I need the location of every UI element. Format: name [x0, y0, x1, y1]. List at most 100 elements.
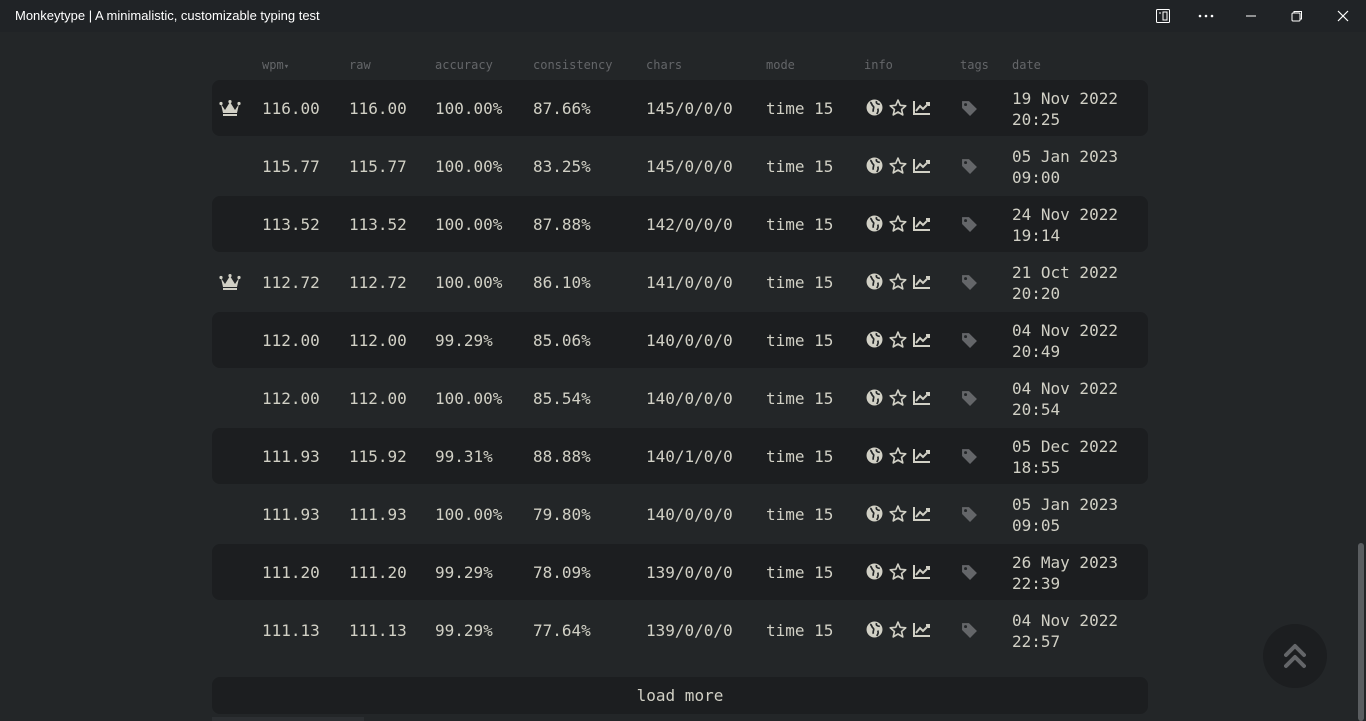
chart-line-icon[interactable] — [913, 332, 931, 347]
chart-line-icon[interactable] — [913, 506, 931, 521]
cell-date: 05 Dec 2022 18:55 — [1012, 436, 1118, 478]
date-day: 24 Nov 2022 — [1012, 205, 1118, 224]
header-chars[interactable]: chars — [646, 58, 682, 72]
cell-accuracy: 100.00% — [435, 273, 503, 292]
globe-icon[interactable] — [866, 273, 883, 290]
globe-icon[interactable] — [866, 563, 883, 580]
cell-consistency: 85.54% — [533, 389, 591, 408]
app-menu-button[interactable] — [1140, 0, 1186, 32]
globe-icon[interactable] — [866, 157, 883, 174]
scroll-to-top-button[interactable] — [1263, 624, 1327, 688]
date-time: 19:14 — [1012, 226, 1061, 245]
cell-chars: 139/0/0/0 — [646, 563, 733, 582]
restore-button[interactable] — [1274, 0, 1320, 32]
tag-icon[interactable] — [961, 506, 978, 527]
cell-consistency: 85.06% — [533, 331, 591, 350]
tag-icon[interactable] — [961, 390, 978, 411]
chart-line-icon[interactable] — [913, 622, 931, 637]
cell-wpm: 112.00 — [262, 389, 320, 408]
load-more-button[interactable]: load more — [212, 677, 1148, 714]
header-date[interactable]: date — [1012, 58, 1041, 72]
chart-line-icon[interactable] — [913, 100, 931, 115]
more-button[interactable] — [1183, 0, 1229, 32]
chart-line-icon[interactable] — [913, 158, 931, 173]
cell-mode: time 15 — [766, 273, 834, 292]
cell-accuracy: 99.31% — [435, 447, 493, 466]
star-icon[interactable] — [889, 621, 907, 638]
star-icon[interactable] — [889, 389, 907, 406]
cell-accuracy: 99.29% — [435, 331, 493, 350]
star-icon[interactable] — [889, 273, 907, 290]
header-mode[interactable]: mode — [766, 58, 795, 72]
star-icon[interactable] — [889, 447, 907, 464]
cell-date: 05 Jan 2023 09:00 — [1012, 146, 1118, 188]
tag-icon[interactable] — [961, 158, 978, 179]
tag-icon[interactable] — [961, 274, 978, 295]
app-menu-icon — [1156, 9, 1170, 23]
date-day: 05 Jan 2023 — [1012, 495, 1118, 514]
info-icons — [866, 563, 931, 580]
cell-wpm: 116.00 — [262, 99, 320, 118]
cell-chars: 142/0/0/0 — [646, 215, 733, 234]
cell-raw: 115.92 — [349, 447, 407, 466]
header-tags: tags — [960, 58, 989, 72]
chart-line-icon[interactable] — [913, 274, 931, 289]
page-scrollbar-thumb[interactable] — [1358, 543, 1364, 721]
header-raw[interactable]: raw — [349, 58, 371, 72]
globe-icon[interactable] — [866, 621, 883, 638]
cell-raw: 112.72 — [349, 273, 407, 292]
minimize-icon — [1246, 15, 1256, 17]
restore-icon — [1291, 11, 1302, 22]
star-icon[interactable] — [889, 99, 907, 116]
cell-consistency: 83.25% — [533, 157, 591, 176]
date-day: 26 May 2023 — [1012, 553, 1118, 572]
globe-icon[interactable] — [866, 389, 883, 406]
info-icons — [866, 621, 931, 638]
close-window-button[interactable] — [1320, 0, 1366, 32]
header-wpm[interactable]: wpm▾ — [262, 58, 289, 72]
globe-icon[interactable] — [866, 505, 883, 522]
star-icon[interactable] — [889, 215, 907, 232]
cell-wpm: 111.93 — [262, 447, 320, 466]
close-icon — [1337, 10, 1349, 22]
cell-consistency: 79.80% — [533, 505, 591, 524]
header-wpm-label: wpm — [262, 58, 284, 72]
star-icon[interactable] — [889, 563, 907, 580]
header-accuracy[interactable]: accuracy — [435, 58, 493, 72]
header-info: info — [864, 58, 893, 72]
tag-icon[interactable] — [961, 216, 978, 237]
cell-wpm: 111.13 — [262, 621, 320, 640]
cell-accuracy: 100.00% — [435, 99, 503, 118]
cell-date: 24 Nov 2022 19:14 — [1012, 204, 1118, 246]
cell-chars: 140/0/0/0 — [646, 389, 733, 408]
tag-icon[interactable] — [961, 332, 978, 353]
tag-icon[interactable] — [961, 448, 978, 469]
star-icon[interactable] — [889, 331, 907, 348]
date-time: 22:39 — [1012, 574, 1061, 593]
globe-icon[interactable] — [866, 331, 883, 348]
info-icons — [866, 331, 931, 348]
chart-line-icon[interactable] — [913, 448, 931, 463]
cell-date: 26 May 2023 22:39 — [1012, 552, 1118, 594]
tag-icon[interactable] — [961, 564, 978, 585]
cell-chars: 145/0/0/0 — [646, 157, 733, 176]
header-consistency[interactable]: consistency — [533, 58, 612, 72]
tag-icon[interactable] — [961, 622, 978, 643]
star-icon[interactable] — [889, 157, 907, 174]
globe-icon[interactable] — [866, 99, 883, 116]
globe-icon[interactable] — [866, 447, 883, 464]
minimize-button[interactable] — [1228, 0, 1274, 32]
info-icons — [866, 157, 931, 174]
date-day: 21 Oct 2022 — [1012, 263, 1118, 282]
chart-line-icon[interactable] — [913, 216, 931, 231]
chart-line-icon[interactable] — [913, 564, 931, 579]
info-icons — [866, 215, 931, 232]
date-day: 05 Jan 2023 — [1012, 147, 1118, 166]
chart-line-icon[interactable] — [913, 390, 931, 405]
star-icon[interactable] — [889, 505, 907, 522]
cell-raw: 112.00 — [349, 331, 407, 350]
tag-icon[interactable] — [961, 100, 978, 121]
globe-icon[interactable] — [866, 215, 883, 232]
cell-raw: 111.93 — [349, 505, 407, 524]
cell-raw: 111.20 — [349, 563, 407, 582]
